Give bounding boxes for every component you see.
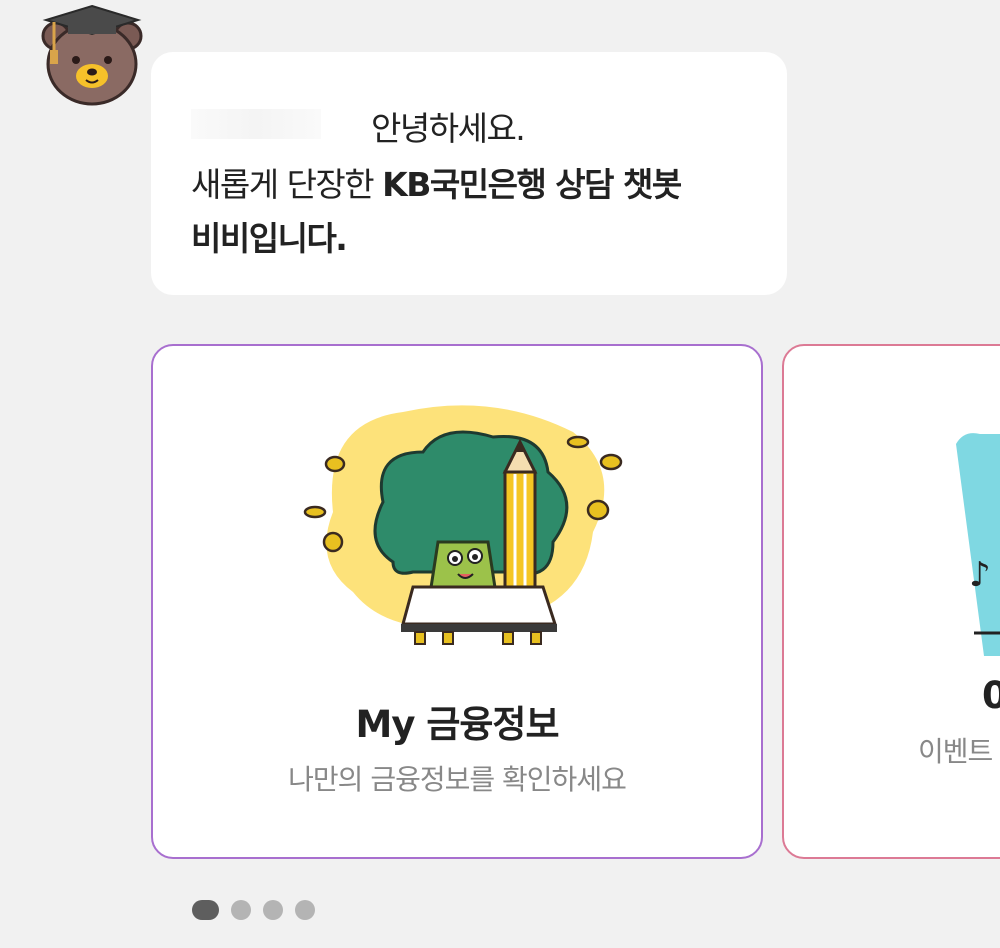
masked-username <box>191 108 321 139</box>
card-event[interactable]: ♪ 0 이벤트 <box>782 344 1000 859</box>
chat-message-bubble: 안녕하세요. 새롭게 단장한 KB국민은행 상담 챗봇 비비입니다. <box>151 52 787 295</box>
bank-chatbot-name: KB국민은행 상담 챗봇 <box>382 165 682 204</box>
intro-line: 새롭게 단장한 KB국민은행 상담 챗봇 <box>191 158 682 206</box>
card-my-financial-info[interactable]: My 금융정보 나만의 금융정보를 확인하세요 <box>151 344 763 859</box>
music-note-icon: ♪ <box>956 433 1000 656</box>
greeting-line: 안녕하세요. <box>191 102 526 148</box>
svg-text:♪: ♪ <box>969 555 991 595</box>
card-subtitle: 나만의 금융정보를 확인하세요 <box>288 763 627 796</box>
carousel-pagination <box>192 899 315 921</box>
card-subtitle: 이벤트 <box>918 735 993 768</box>
graduated-bear-icon <box>41 4 143 106</box>
broccoli-pencil-coins-icon <box>303 405 623 645</box>
intro-text: 새롭게 단장한 <box>191 165 383 204</box>
pagination-dot-3[interactable] <box>263 900 283 920</box>
card-title: 0 <box>982 674 1000 717</box>
card-title: My 금융정보 <box>355 703 560 746</box>
pagination-dot-4[interactable] <box>295 900 315 920</box>
pagination-dot-1[interactable] <box>192 900 219 920</box>
chatbot-name-line: 비비입니다. <box>191 219 348 258</box>
greeting-text: 안녕하세요. <box>371 109 526 148</box>
pagination-dot-2[interactable] <box>231 900 251 920</box>
chatbot-avatar <box>40 2 144 108</box>
